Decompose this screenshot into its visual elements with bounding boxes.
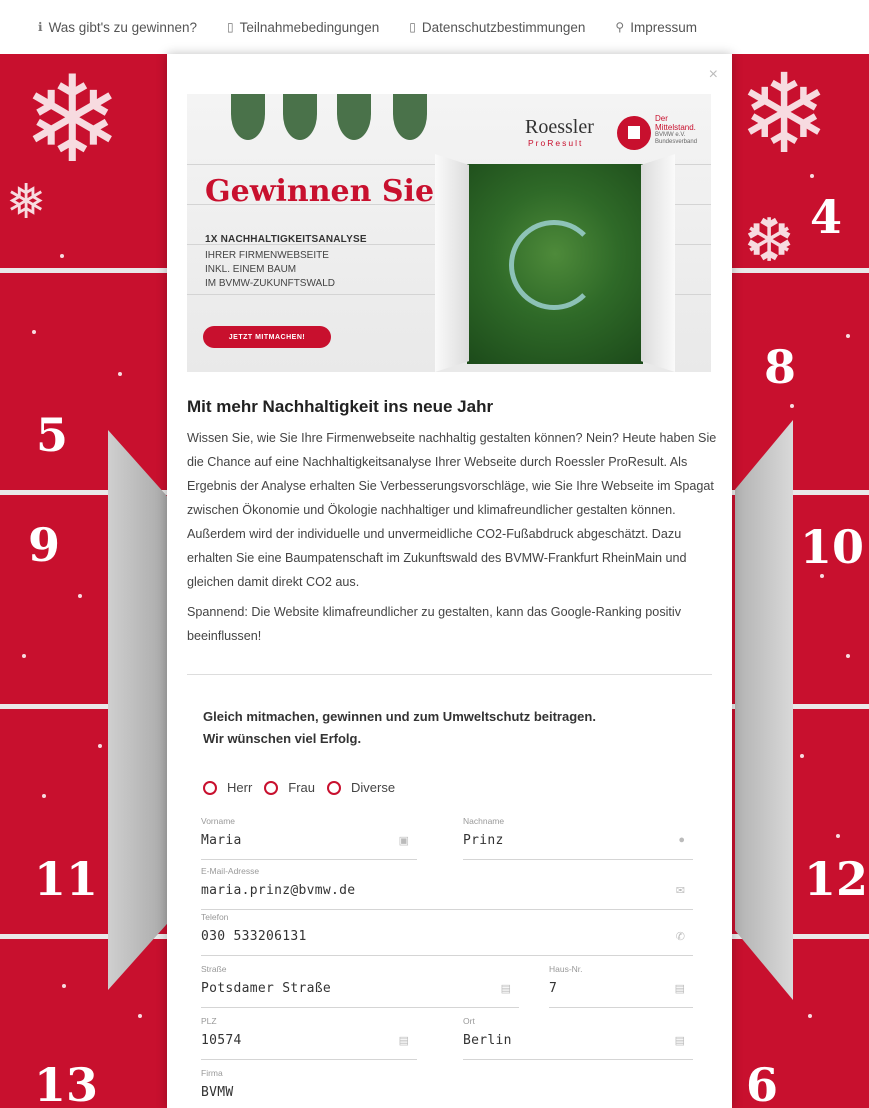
calendar-door-open xyxy=(735,420,793,1000)
window-shutter xyxy=(641,154,675,372)
roessler-logo: Roessler xyxy=(525,116,594,138)
modal-heading: Mit mehr Nachhaltigkeit ins neue Jahr xyxy=(187,397,494,416)
person-icon: ● xyxy=(678,834,685,846)
day-number[interactable]: 6 xyxy=(746,1058,778,1108)
top-nav: ℹ Was gibt's zu gewinnen? ▯ Teilnahmebed… xyxy=(0,0,869,54)
banner-line: IM BVMW-ZUKUNFTSWALD xyxy=(205,278,335,289)
mittelstand-logo-icon xyxy=(617,116,651,150)
day-number[interactable]: 12 xyxy=(804,852,868,906)
nav-item-privacy[interactable]: ▯ Datenschutzbestimmungen xyxy=(409,20,585,35)
nav-item-terms[interactable]: ▯ Teilnahmebedingungen xyxy=(227,20,379,35)
building-icon: ▤ xyxy=(398,1035,409,1047)
nav-item-imprint[interactable]: ⚲ Impressum xyxy=(615,20,697,35)
document-icon: ▯ xyxy=(226,20,234,34)
close-icon[interactable]: × xyxy=(709,66,718,84)
email-field[interactable]: E-Mail-Adresse maria.prinz@bvmw.de ✉ xyxy=(201,866,693,910)
banner-title: Gewinnen Sie xyxy=(205,174,435,209)
join-now-button[interactable]: JETZT MITMACHEN! xyxy=(203,326,331,348)
info-icon: ℹ xyxy=(38,20,43,34)
day-number[interactable]: 5 xyxy=(36,408,68,462)
house-number-field[interactable]: Haus-Nr. 7 ▤ xyxy=(549,964,693,1008)
divider xyxy=(187,674,712,675)
building-icon: ▤ xyxy=(674,983,685,995)
salutation-herr[interactable]: Herr xyxy=(203,780,252,795)
day-number[interactable]: 10 xyxy=(800,520,864,574)
radio-button[interactable] xyxy=(264,780,279,795)
mittelstand-logo: Der Mittelstand. BVMW e.V. Bundesverband xyxy=(655,114,698,145)
id-card-icon: ▣ xyxy=(398,835,409,847)
day-number[interactable]: 4 xyxy=(810,190,842,244)
banner-line: 1X NACHHALTIGKEITSANALYSE xyxy=(205,234,367,245)
salutation-diverse[interactable]: Diverse xyxy=(327,780,395,795)
fir-branch-icon xyxy=(393,94,427,140)
banner-line: INKL. EINEM BAUM xyxy=(205,264,297,275)
forest-image xyxy=(467,164,643,364)
snowflake-icon: ❅ xyxy=(6,176,47,229)
fir-branch-icon xyxy=(337,94,371,140)
last-name-field[interactable]: Nachname Prinz ● xyxy=(463,816,693,860)
snowflake-icon: ❄ xyxy=(22,54,123,187)
nav-item-label: Impressum xyxy=(630,19,697,35)
salutation-frau[interactable]: Frau xyxy=(264,780,315,795)
document-icon: ▯ xyxy=(409,20,416,34)
proresult-logo: ProResult xyxy=(528,138,584,148)
description-paragraph: Wissen Sie, wie Sie Ihre Firmenwebseite … xyxy=(187,431,717,589)
city-field[interactable]: Ort Berlin ▤ xyxy=(463,1016,693,1060)
building-icon: ▤ xyxy=(500,983,511,995)
phone-field[interactable]: Telefon 030 533206131 ✆ xyxy=(201,912,693,956)
banner-line: IHRER FIRMENWEBSEITE xyxy=(205,250,329,261)
call-to-action-text: Gleich mitmachen, gewinnen und zum Umwel… xyxy=(203,709,596,746)
company-field[interactable]: Firma BVMW xyxy=(201,1068,693,1108)
people-icon: ⚲ xyxy=(615,20,625,34)
radio-button[interactable] xyxy=(203,780,217,795)
calendar-door-open xyxy=(108,430,168,990)
fir-branch-icon xyxy=(283,94,317,140)
promo-banner[interactable]: Gewinnen Sie 1X NACHHALTIGKEITSANALYSE I… xyxy=(187,94,711,372)
nav-item-label: Was gibt's zu gewinnen? xyxy=(48,19,197,35)
window-shutter xyxy=(435,154,469,372)
recycle-arrow-icon xyxy=(509,220,599,310)
street-field[interactable]: Straße Potsdamer Straße ▤ xyxy=(201,964,519,1008)
radio-button[interactable] xyxy=(327,780,342,795)
day-number[interactable]: 13 xyxy=(34,1058,98,1108)
nav-item-label: Teilnahmebedingungen xyxy=(239,19,380,35)
envelope-icon: ✉ xyxy=(675,885,685,897)
fir-branch-icon xyxy=(231,94,265,140)
description-paragraph: Spannend: Die Website klimafreundlicher … xyxy=(187,605,682,643)
building-icon: ▤ xyxy=(674,1035,685,1047)
phone-icon: ✆ xyxy=(675,931,685,943)
nav-item-label: Datenschutzbestimmungen xyxy=(421,19,586,35)
prize-modal: × Gewinnen Sie 1X NACHHALTIGKEITSANALYSE… xyxy=(167,54,732,1108)
snowflake-icon: ❄ xyxy=(738,54,831,176)
day-number[interactable]: 8 xyxy=(764,340,796,394)
snowflake-icon: ❆ xyxy=(744,207,795,274)
day-number[interactable]: 11 xyxy=(34,852,98,906)
nav-item-prizes[interactable]: ℹ Was gibt's zu gewinnen? xyxy=(38,20,197,35)
first-name-field[interactable]: Vorname Maria ▣ xyxy=(201,816,417,860)
zip-field[interactable]: PLZ 10574 ▤ xyxy=(201,1016,417,1060)
salutation-radio-group: Herr Frau Diverse xyxy=(203,780,407,795)
day-number[interactable]: 9 xyxy=(28,518,60,572)
